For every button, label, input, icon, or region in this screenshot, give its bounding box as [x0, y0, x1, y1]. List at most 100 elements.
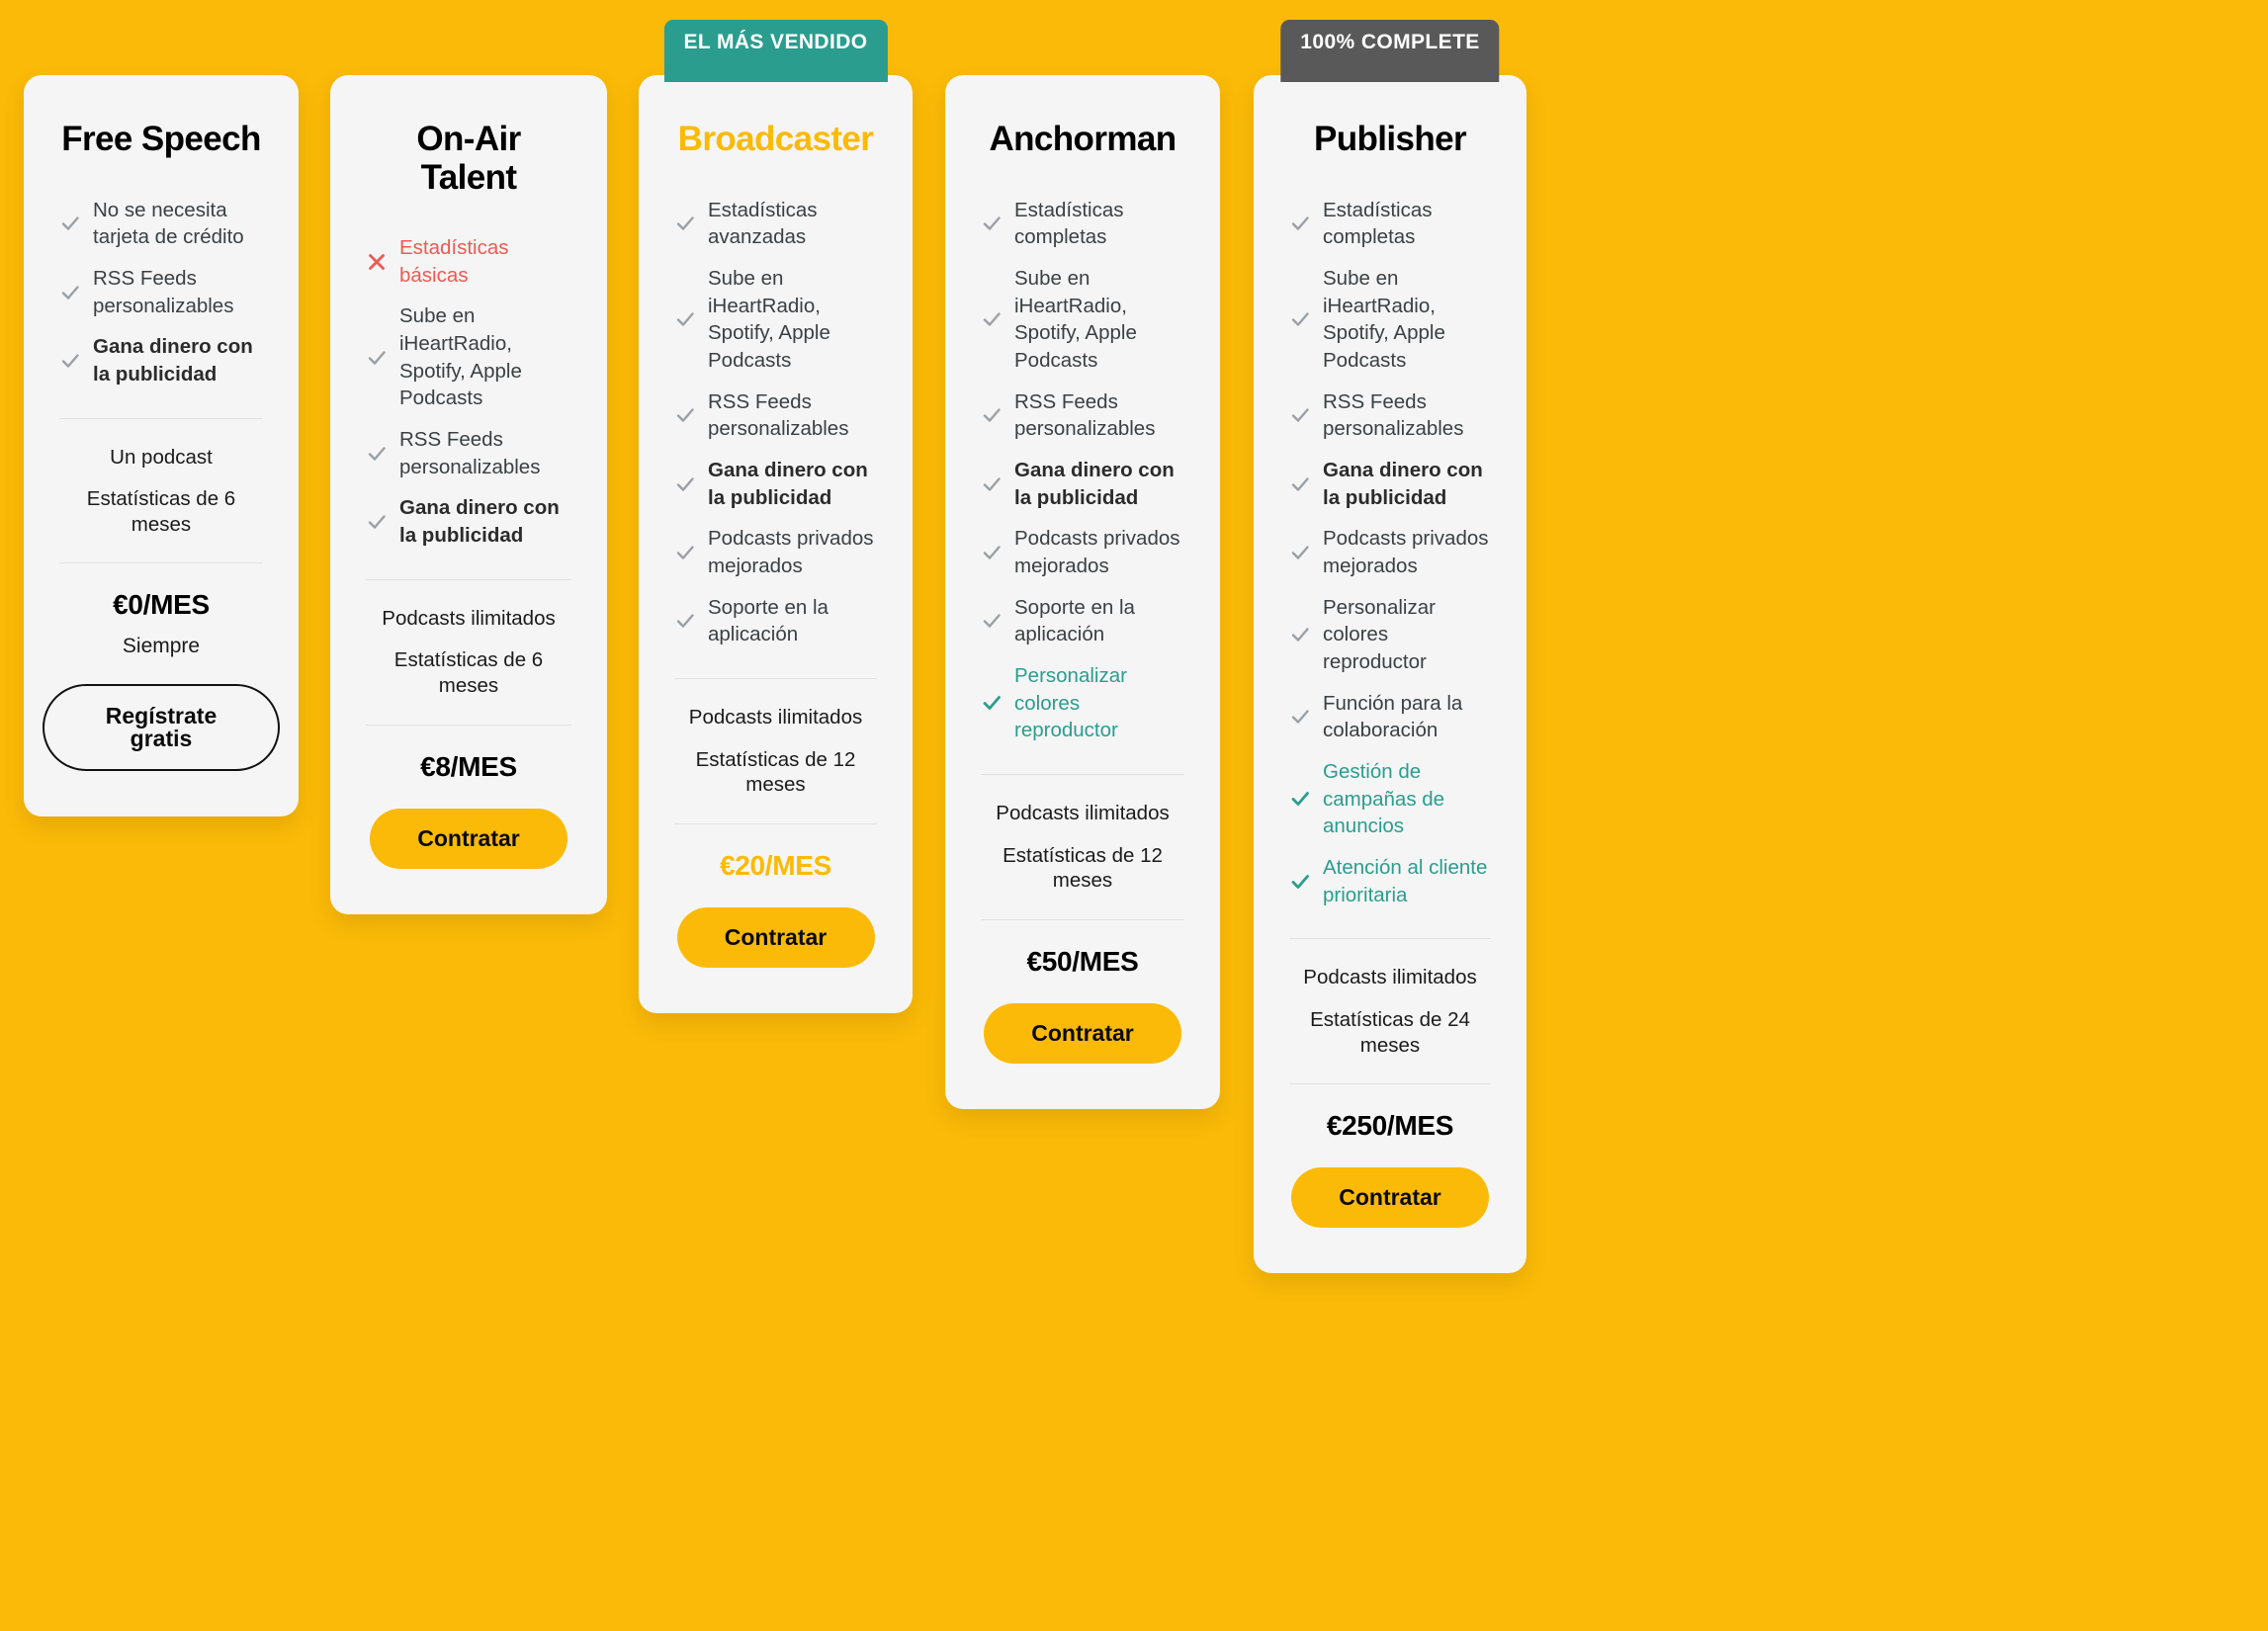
check-icon: [674, 308, 696, 330]
price-amount: €50/MES: [1026, 945, 1139, 977]
list-item: RSS Feeds personalizables: [674, 388, 877, 443]
feature-list: Estadísticas básicas Sube en iHeartRadio…: [366, 234, 571, 550]
list-item: RSS Feeds personalizables: [366, 426, 571, 480]
list-item: Atención al cliente prioritaria: [1289, 854, 1491, 908]
feature-label: RSS Feeds personalizables: [1014, 389, 1156, 441]
check-icon: [981, 213, 1003, 234]
price-block: €250/MES: [1289, 1084, 1491, 1142]
subscribe-button[interactable]: Contratar: [676, 906, 875, 968]
check-icon: [981, 692, 1003, 714]
cta-wrap: Regístrate gratis: [43, 684, 280, 772]
list-item: RSS Feeds personalizables: [981, 388, 1184, 443]
spec-line: Estatísticas de 6 meses: [86, 487, 236, 536]
pricing-plans-grid: EL MÁS VENDIDO 100% COMPLETE Free Speech…: [0, 0, 2268, 1631]
check-icon: [1289, 788, 1311, 810]
price-block: €0/MES Siempre: [59, 563, 263, 658]
subscribe-button[interactable]: Contratar: [370, 808, 567, 869]
feature-label: Gana dinero con la publicidad: [1014, 458, 1175, 509]
list-item: Podcasts privados mejorados: [1289, 525, 1491, 579]
list-item: No se necesita tarjeta de crédito: [59, 197, 263, 251]
spec-block: Un podcast Estatísticas de 6 meses: [59, 419, 263, 563]
check-icon: [674, 542, 696, 563]
spec-line: Estatísticas de 24 meses: [1310, 1007, 1470, 1057]
check-icon: [674, 473, 696, 495]
spec-line: Un podcast: [110, 445, 213, 469]
list-item: Estadísticas completas: [981, 197, 1184, 251]
list-item: RSS Feeds personalizables: [59, 265, 263, 319]
cta-wrap: Contratar: [366, 808, 571, 869]
feature-label: RSS Feeds personalizables: [93, 266, 234, 317]
check-icon: [674, 213, 696, 234]
check-icon: [1289, 542, 1311, 563]
feature-label: Gana dinero con la publicidad: [93, 335, 253, 386]
list-item: Gana dinero con la publicidad: [59, 333, 263, 387]
check-icon: [59, 213, 81, 234]
spec-line: Estatísticas de 12 meses: [1003, 843, 1163, 893]
feature-label: Sube en iHeartRadio, Spotify, Apple Podc…: [399, 304, 522, 410]
subscribe-button[interactable]: Contratar: [984, 1002, 1181, 1064]
subscribe-button[interactable]: Contratar: [1291, 1167, 1489, 1229]
price-amount: €8/MES: [420, 750, 517, 782]
plan-card-publisher: Publisher Estadísticas completas Sube en…: [1254, 75, 1527, 1274]
list-item: Personalizar colores reproductor: [981, 662, 1184, 744]
page-title: Publisher: [1313, 120, 1467, 158]
page-title: Free Speech: [61, 120, 261, 158]
list-item: Sube en iHeartRadio, Spotify, Apple Podc…: [674, 265, 877, 375]
cta-wrap: Contratar: [1289, 1167, 1491, 1229]
check-icon: [981, 473, 1003, 495]
spec-line: Podcasts ilimitados: [1303, 966, 1477, 989]
feature-list: Estadísticas completas Sube en iHeartRad…: [981, 197, 1184, 744]
feature-label: Gana dinero con la publicidad: [1323, 458, 1483, 509]
spec-block: Podcasts ilimitados Estatísticas de 24 m…: [1289, 939, 1491, 1083]
cta-wrap: Contratar: [981, 1002, 1184, 1064]
check-icon: [1289, 871, 1311, 893]
spec-block: Podcasts ilimitados Estatísticas de 12 m…: [674, 679, 877, 823]
check-icon: [1289, 473, 1311, 495]
list-item: Función para la colaboración: [1289, 690, 1491, 744]
feature-label: Personalizar colores reproductor: [1323, 595, 1436, 673]
feature-label: Gana dinero con la publicidad: [708, 458, 868, 509]
plan-card-free-speech: Free Speech No se necesita tarjeta de cr…: [24, 75, 299, 817]
list-item: Estadísticas completas: [1289, 197, 1491, 251]
feature-label: Gestión de campañas de anuncios: [1323, 759, 1445, 838]
feature-label: Sube en iHeartRadio, Spotify, Apple Podc…: [1014, 266, 1137, 372]
spec-line: Podcasts ilimitados: [688, 705, 863, 729]
list-item: Estadísticas avanzadas: [674, 197, 877, 251]
list-item: Soporte en la aplicación: [981, 594, 1184, 648]
close-icon: [366, 251, 388, 273]
feature-label: Gana dinero con la publicidad: [399, 496, 560, 548]
feature-label: Soporte en la aplicación: [1014, 595, 1135, 646]
plan-card-on-air-talent: On-Air Talent Estadísticas básicas Sube …: [330, 75, 607, 914]
price-amount: €250/MES: [1326, 1110, 1454, 1142]
plan-card-broadcaster: Broadcaster Estadísticas avanzadas Sube …: [639, 75, 913, 1013]
signup-free-button[interactable]: Regístrate gratis: [43, 684, 280, 772]
check-icon: [1289, 308, 1311, 330]
check-icon: [981, 404, 1003, 426]
feature-list: Estadísticas completas Sube en iHeartRad…: [1289, 197, 1491, 909]
status-badge-bestseller: EL MÁS VENDIDO: [663, 20, 888, 82]
feature-list: Estadísticas avanzadas Sube en iHeartRad…: [674, 197, 877, 648]
check-icon: [366, 347, 388, 369]
plan-card-anchorman: Anchorman Estadísticas completas Sube en…: [945, 75, 1220, 1109]
list-item: Sube en iHeartRadio, Spotify, Apple Podc…: [1289, 265, 1491, 375]
feature-label: RSS Feeds personalizables: [1323, 389, 1464, 441]
list-item: Gana dinero con la publicidad: [674, 457, 877, 511]
feature-label: RSS Feeds personalizables: [399, 428, 541, 478]
price-block: €8/MES: [366, 726, 571, 783]
price-amount: €0/MES: [113, 589, 210, 621]
feature-label: Sube en iHeartRadio, Spotify, Apple Podc…: [708, 266, 830, 372]
list-item: Sube en iHeartRadio, Spotify, Apple Podc…: [366, 302, 571, 412]
feature-label: Podcasts privados mejorados: [1014, 527, 1180, 577]
check-icon: [366, 511, 388, 533]
feature-label: Estadísticas completas: [1014, 198, 1124, 249]
check-icon: [1289, 624, 1311, 645]
check-icon: [981, 542, 1003, 563]
feature-label: Sube en iHeartRadio, Spotify, Apple Podc…: [1323, 266, 1445, 372]
price-amount: €20/MES: [719, 849, 832, 881]
check-icon: [674, 404, 696, 426]
price-note: Siempre: [122, 635, 201, 658]
feature-label: No se necesita tarjeta de crédito: [93, 198, 244, 249]
list-item: Soporte en la aplicación: [674, 594, 877, 648]
check-icon: [1289, 706, 1311, 728]
list-item: Gestión de campañas de anuncios: [1289, 758, 1491, 840]
